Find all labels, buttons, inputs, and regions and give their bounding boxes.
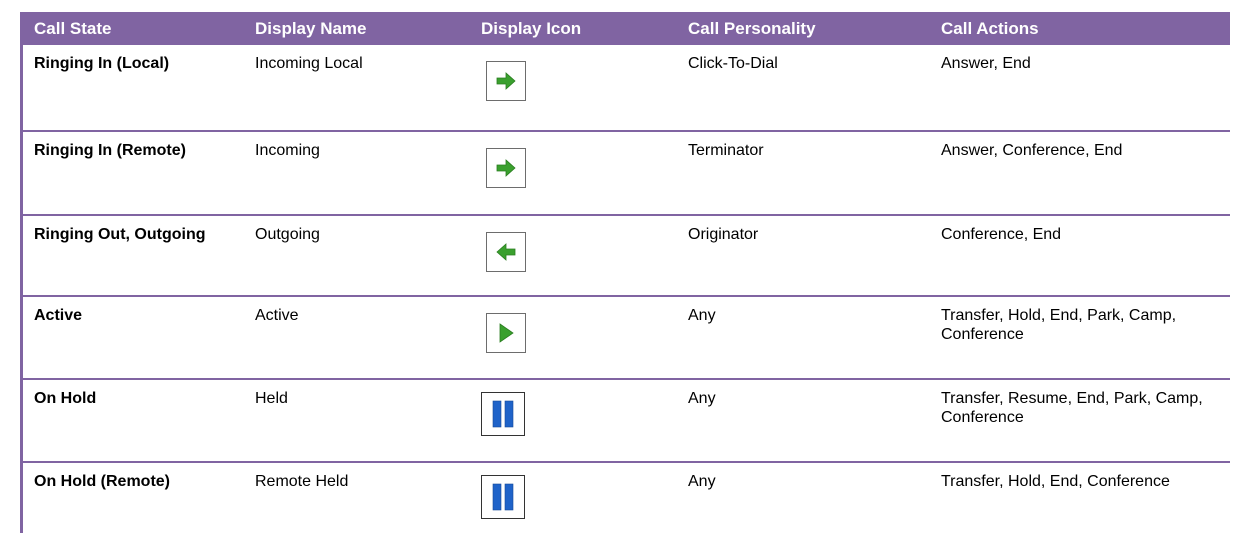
call-state-table-page: Call State Display Name Display Icon Cal… — [0, 0, 1248, 533]
cell-display-name: Active — [255, 307, 299, 324]
cell-call-actions: Transfer, Resume, End, Park, Camp, Confe… — [941, 390, 1203, 426]
cell-call-personality: Originator — [688, 226, 759, 243]
table-header-row: Call State Display Name Display Icon Cal… — [22, 12, 1230, 45]
arrow-right-icon — [486, 148, 526, 188]
arrow-left-icon — [486, 232, 526, 272]
arrow-right-icon — [486, 61, 526, 101]
table-row: Active Active Any Transfer, Hold, End, P… — [22, 296, 1230, 379]
cell-call-state: On Hold (Remote) — [34, 473, 170, 490]
cell-display-icon — [469, 131, 676, 215]
header-call-state: Call State — [34, 18, 112, 38]
cell-display-name: Outgoing — [255, 226, 320, 243]
cell-call-state: Ringing In (Local) — [34, 55, 170, 72]
cell-display-icon — [469, 45, 676, 131]
table-row: On Hold (Remote) Remote Held Any Transfe… — [22, 462, 1230, 542]
table-row: Ringing In (Remote) Incoming Terminator … — [22, 131, 1230, 215]
cell-call-state: Active — [34, 307, 83, 324]
cell-call-state: On Hold — [34, 390, 97, 407]
cell-call-personality: Any — [688, 473, 716, 490]
table-row: On Hold Held Any Transfer, Resume, End, … — [22, 379, 1230, 462]
table-row: Ringing Out, Outgoing Outgoing Originato… — [22, 215, 1230, 296]
play-icon — [486, 313, 526, 353]
cell-call-state: Ringing Out, Outgoing — [34, 226, 206, 243]
call-state-table: Call State Display Name Display Icon Cal… — [22, 12, 1230, 542]
cell-call-actions: Answer, End — [941, 55, 1031, 72]
cell-display-name: Held — [255, 390, 288, 407]
header-display-icon: Display Icon — [481, 18, 582, 38]
cell-call-actions: Answer, Conference, End — [941, 142, 1123, 159]
pause-icon — [481, 392, 525, 436]
cell-call-personality: Any — [688, 390, 716, 407]
cell-call-personality: Terminator — [688, 142, 764, 159]
pause-icon — [481, 475, 525, 519]
cell-display-icon — [469, 379, 676, 462]
header-display-name: Display Name — [255, 18, 367, 38]
cell-display-name: Incoming — [255, 142, 320, 159]
cell-call-actions: Transfer, Hold, End, Park, Camp, Confere… — [941, 307, 1177, 343]
cell-call-personality: Click-To-Dial — [688, 55, 778, 72]
cell-call-actions: Transfer, Hold, End, Conference — [941, 473, 1170, 490]
header-call-actions: Call Actions — [941, 18, 1039, 38]
table-row: Ringing In (Local) Incoming Local Click-… — [22, 45, 1230, 131]
cell-display-name: Incoming Local — [255, 55, 363, 72]
cell-display-icon — [469, 462, 676, 542]
cell-call-state: Ringing In (Remote) — [34, 142, 186, 159]
cell-display-icon — [469, 296, 676, 379]
cell-display-name: Remote Held — [255, 473, 349, 490]
cell-display-icon — [469, 215, 676, 296]
cell-call-actions: Conference, End — [941, 226, 1062, 243]
cell-call-personality: Any — [688, 307, 716, 324]
header-call-personality: Call Personality — [688, 18, 816, 38]
